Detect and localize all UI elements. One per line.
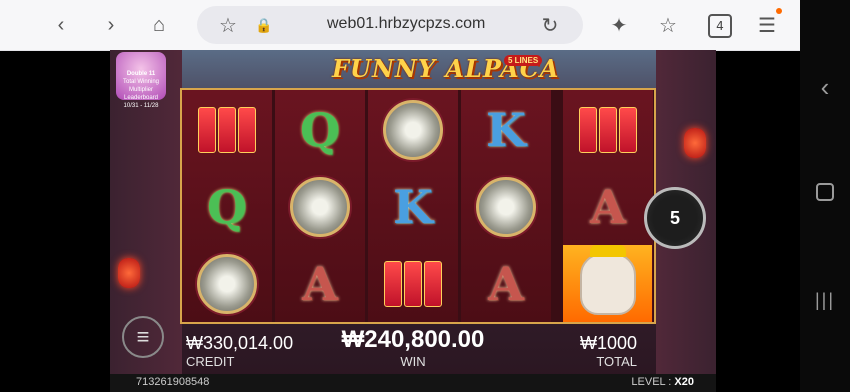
gong-symbol (276, 169, 364, 244)
game-menu-button[interactable]: ≡ (122, 316, 164, 358)
gong-icon (383, 99, 443, 160)
round-id: 713261908548 (136, 376, 210, 388)
spin-count: 5 (669, 207, 680, 228)
nav-back-icon[interactable]: ‹ (800, 72, 850, 103)
alpaca-icon (579, 244, 636, 315)
letter-symbol-a: A (276, 246, 364, 321)
firecracker-icon (384, 260, 442, 307)
browser-toolbar: ‹ › ⌂ ☆ 🔒 web01.hrbzycpzs.com ↻ ✦ ☆ 4 ☰ (0, 0, 800, 51)
gong-icon (197, 253, 257, 314)
symbol-letter: A (488, 256, 524, 311)
gong-symbol (183, 246, 271, 321)
promo-title: Double 11 (126, 71, 156, 77)
reel-grid: QQAKKAA (180, 88, 656, 324)
lantern-right (684, 128, 706, 158)
win-display: ₩240,800.00 WIN (338, 326, 488, 369)
win-value: ₩240,800.00 (341, 326, 485, 353)
browser-menu-icon[interactable]: ☰ (754, 12, 780, 38)
forward-icon[interactable]: › (98, 12, 124, 38)
letter-symbol-k: K (462, 92, 550, 167)
lines-badge: 5 LINES (504, 55, 543, 66)
back-icon[interactable]: ‹ (48, 12, 74, 38)
reload-icon[interactable]: ↻ (537, 12, 563, 38)
nav-home-icon[interactable] (800, 183, 850, 201)
system-navigation: ‹ ||| (800, 0, 850, 392)
home-icon[interactable]: ⌂ (146, 12, 172, 38)
credit-label: CREDIT (186, 354, 235, 369)
bookmark-star-icon[interactable]: ☆ (215, 12, 241, 38)
letter-symbol-q: Q (276, 92, 364, 167)
address-bar[interactable]: ☆ 🔒 web01.hrbzycpzs.com ↻ (197, 6, 583, 44)
favorites-icon[interactable]: ☆ (655, 12, 681, 38)
gong-icon (476, 176, 536, 237)
gong-symbol (369, 92, 457, 167)
sparkle-icon[interactable]: ✦ (606, 12, 632, 38)
lock-icon: 🔒 (255, 16, 273, 33)
firecracker-symbol (183, 92, 271, 167)
symbol-letter: Q (206, 179, 248, 234)
promo-subtitle: Total Winning (122, 79, 160, 85)
promo-badge[interactable]: Double 11 Total Winning Multiplier Leade… (116, 52, 166, 109)
total-value: ₩1000 (580, 333, 638, 353)
firecracker-symbol (369, 246, 457, 321)
level-indicator: LEVEL : X20 (631, 376, 694, 388)
nav-recents-icon[interactable]: ||| (800, 290, 850, 311)
win-label: WIN (400, 354, 426, 369)
total-label: TOTAL (596, 354, 638, 369)
symbol-letter: K (393, 179, 433, 234)
level-value: X20 (674, 376, 694, 388)
tab-count-button[interactable]: 4 (708, 14, 732, 38)
letter-symbol-a: A (564, 169, 652, 244)
level-label: LEVEL : (631, 376, 672, 388)
firecracker-icon (579, 106, 637, 153)
letter-symbol-a: A (462, 246, 550, 321)
menu-icon: ≡ (136, 324, 150, 349)
alpaca-wild-symbol (563, 244, 652, 322)
letter-symbol-k: K (369, 169, 457, 244)
total-bet-display[interactable]: ₩1000 TOTAL (580, 333, 637, 369)
letter-symbol-q: Q (183, 169, 271, 244)
firecracker-icon (198, 106, 256, 153)
gong-icon (290, 176, 350, 237)
url-text[interactable]: web01.hrbzycpzs.com (327, 15, 485, 33)
notification-dot (776, 8, 782, 14)
promo-dates: 10/31 - 11/28 (123, 103, 159, 109)
gong-symbol (462, 169, 550, 244)
symbol-letter: A (590, 179, 626, 234)
symbol-letter: A (302, 256, 338, 311)
credit-value: ₩330,014.00 (186, 333, 294, 353)
credit-display: ₩330,014.00 CREDIT (186, 333, 293, 369)
promo-subtitle2: Multiplier Leaderboard (123, 87, 159, 101)
game-footer: 713261908548 LEVEL : X20 (110, 374, 716, 392)
firecracker-symbol (564, 92, 652, 167)
lantern-left (118, 258, 140, 288)
symbol-letter: Q (299, 102, 341, 157)
slot-game: Double 11 Total Winning Multiplier Leade… (110, 50, 716, 392)
spin-button[interactable]: 5 (644, 187, 706, 249)
symbol-letter: K (486, 102, 526, 157)
